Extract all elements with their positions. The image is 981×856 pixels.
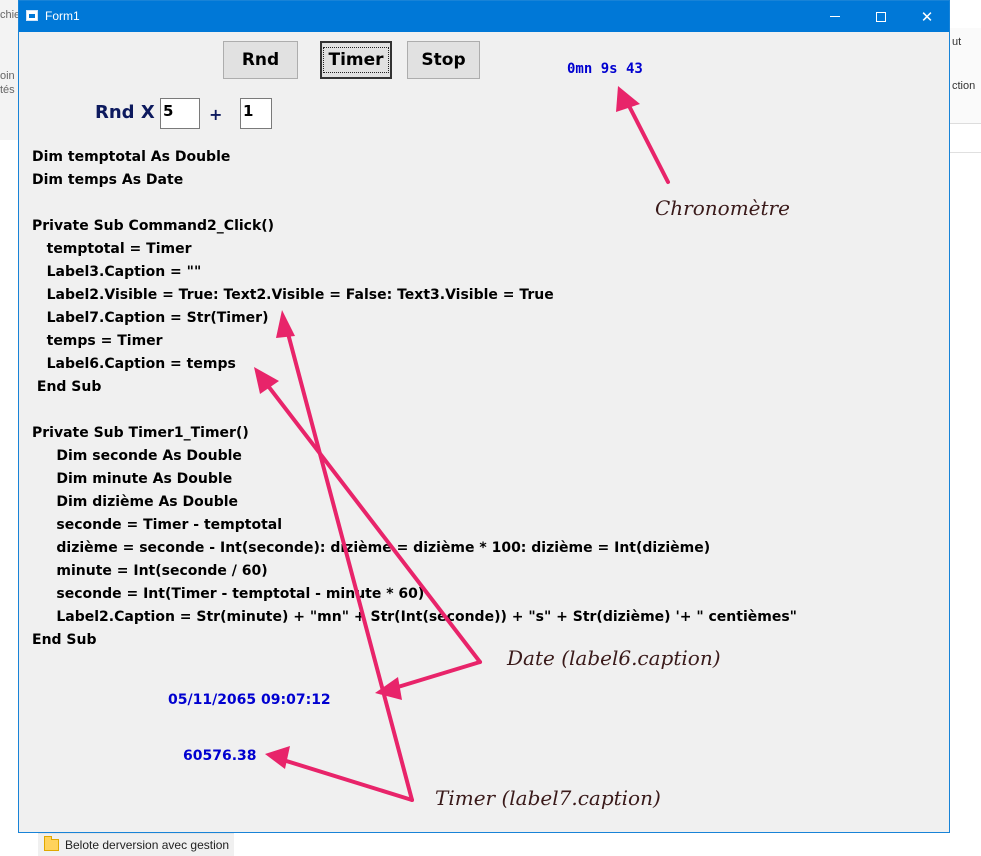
close-icon: ✕ bbox=[920, 7, 934, 26]
plus-label: + bbox=[209, 105, 223, 124]
maximize-icon bbox=[876, 11, 886, 22]
code-line: Label3.Caption = "" bbox=[32, 264, 202, 280]
code-line: Dim temps As Date bbox=[32, 172, 184, 188]
background-text: ction bbox=[952, 80, 976, 92]
date-label: 05/11/2065 09:07:12 bbox=[168, 692, 331, 708]
chronometre-annotation: Chronomètre bbox=[655, 196, 790, 220]
maximize-button[interactable] bbox=[858, 1, 904, 32]
date-annotation: Date (label6.caption) bbox=[507, 646, 721, 670]
code-line: Private Sub Timer1_Timer() bbox=[32, 425, 249, 441]
app-icon bbox=[26, 10, 38, 21]
code-line: Label2.Caption = Str(minute) + "mn" + St… bbox=[32, 609, 797, 625]
code-line: Dim dizième As Double bbox=[32, 494, 239, 510]
code-line: Dim minute As Double bbox=[32, 471, 233, 487]
form-client-area: Rnd Timer Stop 0mn 9s 43 Rnd X 5 + 1 Dim… bbox=[19, 32, 949, 832]
folder-icon bbox=[44, 836, 59, 851]
background-text: oin bbox=[0, 70, 15, 82]
code-line: Label2.Visible = True: Text2.Visible = F… bbox=[32, 287, 554, 303]
code-line: Label6.Caption = temps bbox=[32, 356, 236, 372]
timer-button-label: Timer bbox=[323, 47, 389, 73]
minimize-icon bbox=[830, 16, 840, 17]
code-line: temptotal = Timer bbox=[32, 241, 192, 257]
form1-window: Form1 ✕ Rnd Timer Stop 0mn 9s 43 Rnd X 5… bbox=[18, 0, 950, 833]
rnd-x-label: Rnd X bbox=[95, 102, 155, 123]
code-line: Private Sub Command2_Click() bbox=[32, 218, 275, 234]
background-text: tés bbox=[0, 84, 15, 96]
file-list-item[interactable]: Belote derversion avec gestion bbox=[38, 833, 234, 856]
timer-value-label: 60576.38 bbox=[183, 748, 257, 764]
code-line: seconde = Int(Timer - temptotal - minute… bbox=[32, 586, 425, 602]
code-line: minute = Int(seconde / 60) bbox=[32, 563, 268, 579]
chrono-label: 0mn 9s 43 bbox=[567, 61, 643, 77]
close-button[interactable]: ✕ bbox=[904, 1, 950, 32]
offset-input[interactable]: 1 bbox=[240, 98, 272, 129]
file-name: Belote derversion avec gestion bbox=[65, 838, 230, 852]
code-line: End Sub bbox=[32, 632, 97, 648]
stop-button[interactable]: Stop bbox=[407, 41, 480, 79]
minimize-button[interactable] bbox=[812, 1, 858, 32]
code-line: Dim temptotal As Double bbox=[32, 149, 231, 165]
code-line: dizième = seconde - Int(seconde): dizièm… bbox=[32, 540, 711, 556]
code-line: Label7.Caption = Str(Timer) bbox=[32, 310, 269, 326]
background-text: ut bbox=[952, 36, 962, 48]
background-divider bbox=[950, 152, 981, 153]
timer-annotation: Timer (label7.caption) bbox=[435, 786, 661, 810]
timer-button[interactable]: Timer bbox=[320, 41, 392, 79]
code-line: temps = Timer bbox=[32, 333, 163, 349]
multiplier-input[interactable]: 5 bbox=[160, 98, 200, 129]
code-line: seconde = Timer - temptotal bbox=[32, 517, 283, 533]
code-line: Dim seconde As Double bbox=[32, 448, 242, 464]
window-title: Form1 bbox=[45, 9, 80, 23]
rnd-button[interactable]: Rnd bbox=[223, 41, 298, 79]
title-bar[interactable]: Form1 ✕ bbox=[19, 1, 949, 32]
code-line: End Sub bbox=[32, 379, 102, 395]
